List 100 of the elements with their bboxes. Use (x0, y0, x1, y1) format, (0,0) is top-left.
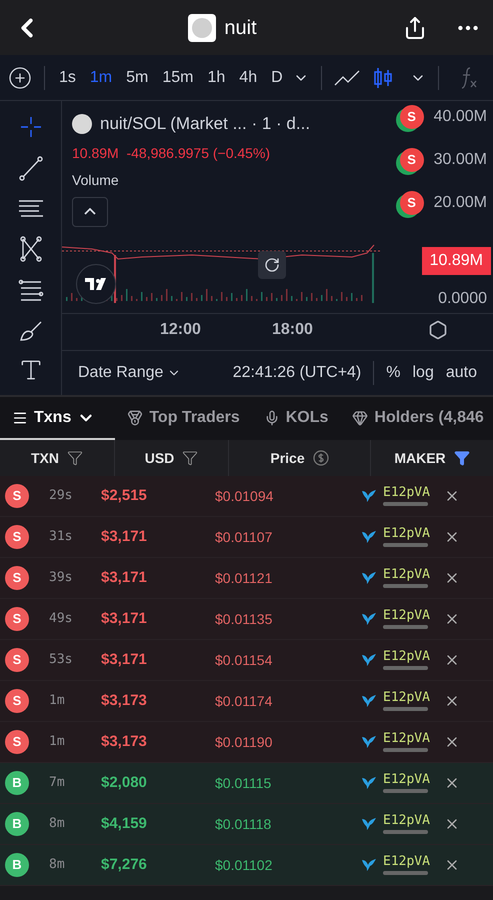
section-tab[interactable]: KOLs (252, 397, 340, 440)
usd-cell-text: $2,080 (101, 772, 148, 793)
maker-link[interactable]: E12pVA (383, 691, 430, 711)
price-cell-text: $0.01174 (215, 692, 274, 710)
date-range-button[interactable]: Date Range (78, 361, 182, 385)
section-tab[interactable]: Holders (4,846 (340, 397, 493, 440)
side-badge: B (5, 853, 29, 877)
side-badge: S (5, 566, 29, 590)
interval-tab[interactable]: D (269, 66, 285, 90)
price-cell-text: $0.01094 (215, 486, 274, 506)
y-axis-label: 40.00M (434, 107, 487, 127)
usd-cell-text: $3,171 (101, 526, 148, 547)
chart-stats: 10.89M -48,986.9975 (−0.45%) (72, 144, 272, 163)
time-label: 22:41:26 (UTC+4) (232, 363, 362, 383)
usd-cell-text: $3,173 (101, 690, 148, 711)
reset-button[interactable] (258, 251, 286, 279)
price-cell-text: $0.01115 (215, 774, 272, 792)
microphone-icon (264, 410, 280, 426)
interval-tab[interactable]: 1m (88, 66, 114, 90)
price-cell-text: $0.01190 (215, 732, 274, 752)
settings-icon[interactable] (428, 320, 448, 340)
scale-option[interactable]: % (386, 361, 400, 385)
usd-cell-text: $3,171 (101, 608, 148, 629)
interval-tab[interactable]: 1h (206, 66, 228, 90)
token-logo-icon (188, 14, 216, 42)
age-cell-text: 8m (49, 815, 66, 834)
x-axis-label: 18:00 (272, 320, 313, 340)
interval-tab[interactable]: 1s (57, 66, 78, 90)
chevron-up-icon (84, 208, 96, 215)
maker-link[interactable]: E12pVA (383, 773, 430, 793)
add-icon[interactable] (8, 66, 32, 90)
usd-cell-text: $2,515 (101, 486, 148, 506)
filter-icon[interactable] (182, 450, 198, 466)
interval-tab[interactable]: 5m (124, 66, 150, 90)
age-cell-text: 39s (49, 569, 74, 588)
maker-link[interactable]: E12pVA (383, 486, 430, 506)
price-cell-text: $0.01102 (215, 856, 274, 874)
scale-option[interactable]: log (412, 361, 434, 385)
maker-link[interactable]: E12pVA (383, 609, 430, 629)
y-axis-label: 20.00M (434, 193, 487, 213)
column-header: Price (270, 448, 305, 468)
side-badge: S (5, 730, 29, 754)
trade-marker: S (400, 148, 424, 172)
price-cell-text: $0.01118 (215, 814, 272, 834)
age-cell-text: 8m (49, 856, 66, 874)
price-cell-text: $0.01107 (215, 528, 274, 546)
maker-link[interactable]: E12pVA (383, 855, 430, 875)
usd-cell-text: $3,171 (101, 650, 148, 670)
x-axis-label: 12:00 (160, 320, 201, 340)
coin-icon[interactable] (312, 450, 329, 466)
scale-option[interactable]: auto (446, 361, 477, 385)
filter-icon[interactable] (454, 450, 470, 466)
maker-link[interactable]: E12pVA (383, 650, 430, 670)
column-header: TXN (31, 448, 59, 468)
token-title: nuit (224, 16, 257, 40)
maker-link[interactable]: E12pVA (383, 568, 430, 588)
maker-link[interactable]: E12pVA (383, 732, 430, 752)
interval-tab[interactable]: 15m (160, 66, 196, 90)
usd-cell-text: $4,159 (101, 814, 148, 834)
price-cell-text: $0.01154 (215, 650, 274, 670)
line-chart-icon[interactable] (334, 68, 360, 86)
side-badge: S (5, 648, 29, 672)
column-header: MAKER (394, 448, 446, 468)
tradingview-logo-icon (76, 264, 116, 304)
y-axis-label: 0.0000 (438, 291, 487, 307)
price-cell-text: $0.01121 (215, 568, 274, 588)
usd-cell-text: $3,173 (101, 732, 148, 752)
side-badge: S (5, 525, 29, 549)
reset-icon (264, 257, 280, 273)
age-cell-text: 49s (49, 610, 74, 628)
section-tab[interactable]: Top Traders (115, 397, 252, 440)
filter-icon[interactable] (67, 450, 83, 466)
usd-cell-text: $3,171 (101, 568, 148, 588)
age-cell-text: 7m (49, 774, 66, 792)
side-badge: S (5, 607, 29, 631)
usd-cell-text: $7,276 (101, 854, 148, 875)
trade-marker: S (400, 191, 424, 215)
price-cell-text: $0.01135 (215, 610, 274, 628)
side-badge: B (5, 812, 29, 836)
gem-icon (352, 410, 368, 426)
age-cell-text: 53s (49, 651, 74, 670)
side-badge: S (5, 484, 29, 508)
age-cell-text: 1m (49, 692, 66, 710)
medal-icon (127, 410, 144, 426)
age-cell-text: 29s (49, 487, 74, 506)
indicator-label: Volume (72, 170, 120, 190)
collapse-button[interactable] (72, 196, 108, 226)
candlestick-icon[interactable] (372, 66, 394, 90)
token-logo-icon (72, 114, 92, 134)
column-header: USD (144, 448, 174, 468)
last-value-label: 10.89M (422, 247, 491, 275)
maker-link[interactable]: E12pVA (383, 527, 430, 547)
trend-line-icon[interactable] (16, 154, 44, 182)
side-badge: S (5, 689, 29, 713)
age-cell-text: 1m (49, 733, 66, 752)
maker-link[interactable]: E12pVA (383, 814, 430, 834)
interval-tab[interactable]: 4h (237, 66, 260, 90)
share-icon[interactable] (403, 16, 427, 40)
trade-marker: S (400, 105, 424, 129)
chart-symbol: nuit/SOL (Market ... · 1 · d... (100, 113, 310, 135)
